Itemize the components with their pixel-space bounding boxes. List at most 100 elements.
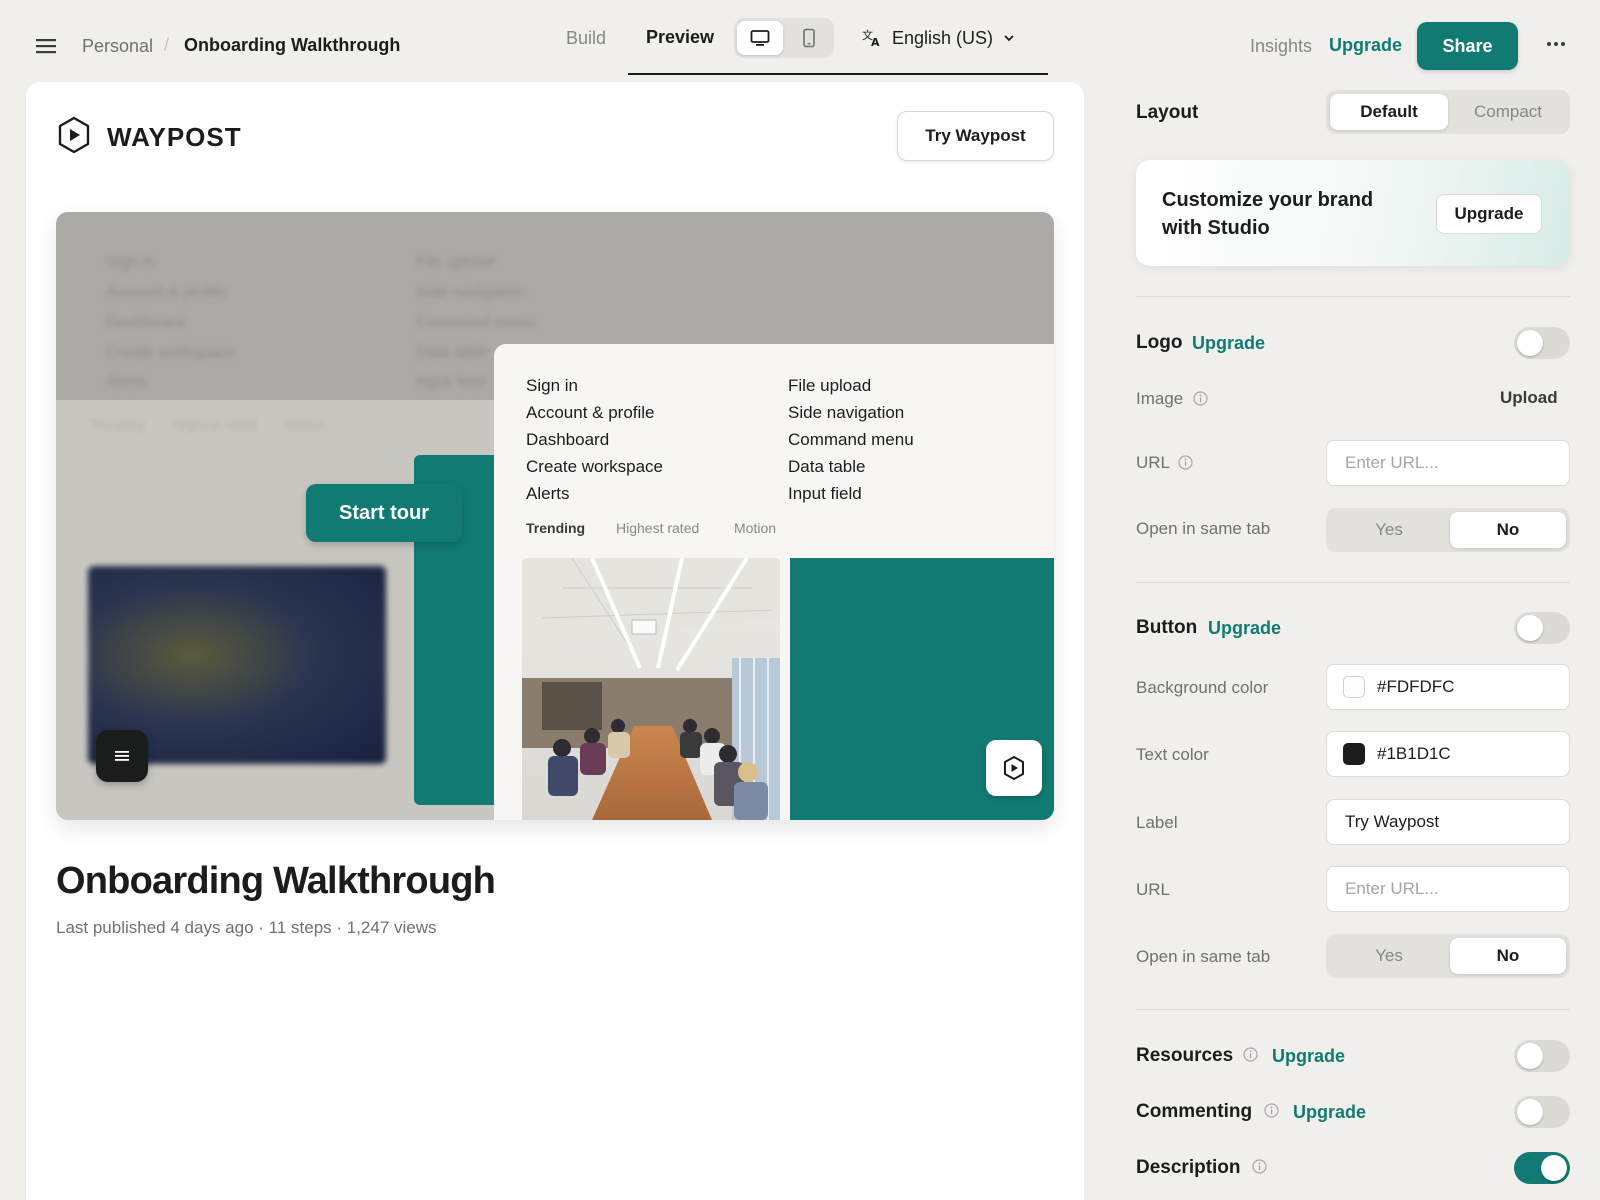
text-color-label: Text color — [1136, 745, 1209, 764]
promo-text: Customize your brand with Studio — [1162, 189, 1374, 239]
description-toggle[interactable] — [1514, 1152, 1570, 1184]
menu-item[interactable]: Side navigation — [788, 399, 914, 426]
button-url-input[interactable]: Enter URL... — [1326, 866, 1570, 912]
blurred-menu-column-1: Sign in Account & profile Dashboard Create … — [106, 254, 235, 391]
text-color-input[interactable]: #1B1D1C — [1326, 731, 1570, 777]
menu-item[interactable]: Command menu — [788, 426, 914, 453]
teal-content-tile[interactable] — [790, 558, 1054, 820]
blurred-filter-tabs: Trending Highest rated Motion — [90, 416, 327, 432]
divider — [1136, 1009, 1570, 1010]
image-label: Image — [1136, 389, 1184, 408]
brand-name: WAYPOST — [107, 122, 242, 152]
button-section-title: Button — [1136, 617, 1198, 638]
menu-button[interactable] — [96, 730, 148, 782]
menu-item[interactable]: File upload — [788, 372, 914, 399]
logo-same-tab-yes[interactable]: Yes — [1330, 512, 1448, 548]
commenting-toggle[interactable] — [1514, 1096, 1570, 1128]
text-color-swatch[interactable] — [1343, 743, 1365, 765]
breadcrumb-current: Onboarding Walkthrough — [184, 35, 401, 55]
list-menu-icon — [114, 749, 130, 763]
filter-tab-highest-rated[interactable]: Highest rated — [616, 520, 699, 536]
logo-same-tab-control: Yes No — [1326, 508, 1570, 552]
translate-icon: 文A — [862, 28, 882, 48]
filter-tab-trending[interactable]: Trending — [526, 520, 585, 536]
button-url-label: URL — [1136, 880, 1171, 899]
background-color-swatch[interactable] — [1343, 676, 1365, 698]
menu-item[interactable]: Input field — [788, 480, 914, 507]
button-same-tab-label: Open in same tab — [1136, 947, 1271, 966]
mobile-view-button[interactable] — [788, 21, 830, 55]
commenting-title: Commenting — [1136, 1101, 1253, 1122]
waypost-logo-icon — [56, 116, 92, 154]
button-same-tab-no[interactable]: No — [1450, 938, 1566, 974]
menu-item[interactable]: Sign in — [526, 372, 663, 399]
menu-item[interactable]: Create workspace — [526, 453, 663, 480]
description-title: Description — [1136, 1157, 1241, 1178]
info-icon — [1264, 1103, 1279, 1118]
layout-option-compact[interactable]: Compact — [1450, 94, 1566, 130]
share-button[interactable]: Share — [1417, 22, 1518, 70]
info-icon — [1243, 1047, 1258, 1062]
button-label-label: Label — [1136, 813, 1178, 832]
menu-item[interactable]: Account & profile — [526, 399, 663, 426]
upgrade-link[interactable]: Upgrade — [1329, 35, 1402, 56]
preview-stage: Sign in Account & profile Dashboard Create … — [56, 212, 1054, 820]
button-same-tab-yes[interactable]: Yes — [1330, 938, 1448, 974]
layout-option-default[interactable]: Default — [1330, 94, 1448, 130]
desktop-icon — [750, 29, 770, 47]
button-upgrade-link[interactable]: Upgrade — [1208, 618, 1281, 639]
info-icon — [1252, 1159, 1267, 1174]
svg-text:A: A — [871, 36, 880, 48]
launcher-button[interactable] — [986, 740, 1042, 796]
tab-preview[interactable]: Preview — [646, 27, 714, 48]
logo-toggle[interactable] — [1514, 327, 1570, 359]
filter-tab-motion[interactable]: Motion — [734, 520, 776, 536]
menu-column-2: File upload Side navigation Command menu… — [788, 372, 914, 507]
active-tab-indicator — [628, 73, 1048, 75]
breadcrumb-separator: / — [164, 35, 170, 55]
preview-card: WAYPOST Try Waypost Sign in Account & pro… — [26, 82, 1084, 1200]
logo-same-tab-no[interactable]: No — [1450, 512, 1566, 548]
walkthrough-title: Onboarding Walkthrough — [56, 860, 496, 902]
menu-item[interactable]: Dashboard — [526, 426, 663, 453]
tab-build[interactable]: Build — [566, 28, 606, 49]
insights-link[interactable]: Insights — [1250, 36, 1312, 57]
waypost-hexagon-icon — [1002, 755, 1026, 781]
more-horizontal-icon[interactable] — [1542, 30, 1570, 58]
nav-menu-popover: Sign in Account & profile Dashboard Crea… — [494, 344, 1054, 820]
menu-item[interactable]: Data table — [788, 453, 914, 480]
upload-button[interactable]: Upload — [1500, 388, 1558, 408]
language-selector[interactable]: 文A English (US) — [862, 26, 1015, 50]
menu-column-1: Sign in Account & profile Dashboard Crea… — [526, 372, 663, 507]
logo-same-tab-label: Open in same tab — [1136, 519, 1271, 538]
desktop-view-button[interactable] — [737, 21, 783, 55]
language-label: English (US) — [892, 27, 994, 48]
meeting-room-photo[interactable] — [522, 558, 780, 820]
logo-url-input[interactable]: Enter URL... — [1326, 440, 1570, 486]
menu-item[interactable]: Alerts — [526, 480, 663, 507]
promo-upgrade-button[interactable]: Upgrade — [1436, 194, 1542, 234]
background-color-label: Background color — [1136, 678, 1269, 697]
background-color-input[interactable]: #FDFDFC — [1326, 664, 1570, 710]
logo-section-title: Logo — [1136, 332, 1183, 353]
logo-url-label: URL — [1136, 453, 1171, 472]
resources-title: Resources — [1136, 1045, 1234, 1066]
resources-upgrade-link[interactable]: Upgrade — [1272, 1046, 1345, 1067]
info-icon — [1178, 455, 1193, 470]
button-same-tab-control: Yes No — [1326, 934, 1570, 978]
walkthrough-meta: Last published 4 days ago · 11 steps · 1… — [56, 918, 437, 937]
button-label-input[interactable]: Try Waypost — [1326, 799, 1570, 845]
info-icon — [1193, 391, 1208, 406]
resources-toggle[interactable] — [1514, 1040, 1570, 1072]
background-color-value: #FDFDFC — [1377, 677, 1455, 696]
divider — [1136, 296, 1570, 297]
commenting-upgrade-link[interactable]: Upgrade — [1293, 1102, 1366, 1123]
chevron-down-icon — [1003, 34, 1015, 42]
hamburger-menu-icon[interactable] — [34, 36, 58, 56]
start-tour-button[interactable]: Start tour — [306, 484, 462, 542]
try-waypost-button[interactable]: Try Waypost — [897, 111, 1054, 161]
text-color-value: #1B1D1C — [1377, 744, 1451, 763]
button-toggle[interactable] — [1514, 612, 1570, 644]
logo-upgrade-link[interactable]: Upgrade — [1192, 333, 1265, 354]
breadcrumb-parent[interactable]: Personal — [82, 36, 153, 57]
